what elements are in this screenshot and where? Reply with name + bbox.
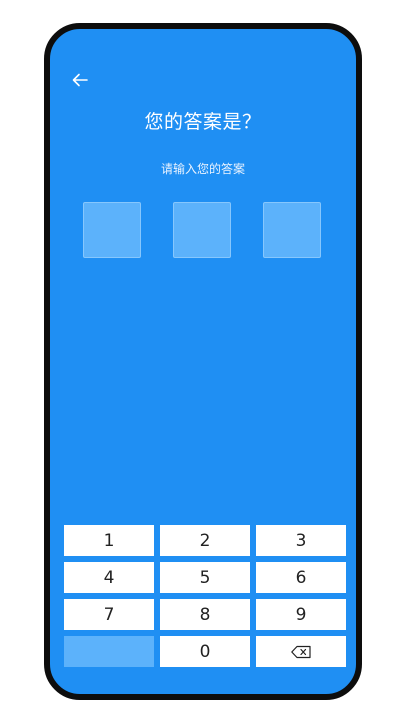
key-0[interactable]: 0 (160, 636, 250, 667)
back-button[interactable] (69, 69, 91, 91)
answer-box-3[interactable] (263, 202, 321, 258)
backspace-key[interactable] (256, 636, 346, 667)
key-3[interactable]: 3 (256, 525, 346, 556)
key-4[interactable]: 4 (64, 562, 154, 593)
backspace-icon (291, 645, 311, 658)
key-2[interactable]: 2 (160, 525, 250, 556)
page-subtitle: 请输入您的答案 (160, 162, 245, 176)
key-9[interactable]: 9 (256, 599, 346, 630)
key-5[interactable]: 5 (160, 562, 250, 593)
numeric-keypad: 1 2 3 4 5 6 7 8 9 0 (64, 525, 346, 668)
phone-screen: 您的答案是？ 请输入您的答案 1 2 3 4 5 6 7 8 9 0 (44, 23, 362, 700)
key-8[interactable]: 8 (160, 599, 250, 630)
key-1[interactable]: 1 (64, 525, 154, 556)
answer-box-2[interactable] (173, 202, 231, 258)
answer-input-group (83, 202, 325, 260)
page-title: 您的答案是？ (144, 111, 262, 133)
key-7[interactable]: 7 (64, 599, 154, 630)
answer-box-1[interactable] (83, 202, 141, 258)
key-6[interactable]: 6 (256, 562, 346, 593)
arrow-left-icon (72, 73, 88, 87)
key-blank (64, 636, 154, 667)
